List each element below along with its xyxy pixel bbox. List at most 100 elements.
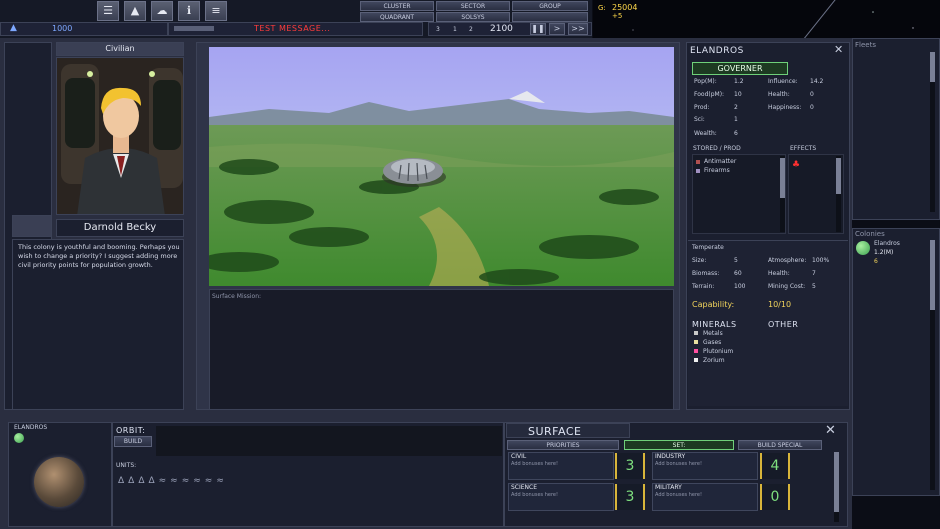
civil-priority-value[interactable]: 3 xyxy=(615,453,645,479)
mineral-gases: Gases xyxy=(703,339,722,346)
message-text[interactable]: TEST MESSAGE... xyxy=(254,24,330,33)
effects-scrollbar-thumb[interactable] xyxy=(836,158,841,194)
food-value: 10 xyxy=(734,91,742,98)
units-label: UNITS: xyxy=(116,462,137,469)
military-priority-value[interactable]: 0 xyxy=(760,484,790,510)
fleets-scrollbar[interactable] xyxy=(930,52,935,212)
size-value: 5 xyxy=(734,257,738,264)
surface-mission-panel xyxy=(209,289,674,410)
colonies-scrollbar[interactable] xyxy=(930,240,935,490)
biomass-label: Biomass: xyxy=(692,270,720,277)
list-icon[interactable]: ≡ xyxy=(205,1,227,21)
prod-label: Prod: xyxy=(694,104,710,111)
planet-close-icon[interactable]: ✕ xyxy=(834,43,843,56)
climate-label: Temperate xyxy=(692,244,724,251)
stored-item-firearms: Firearms xyxy=(704,167,730,174)
industry-priority-value[interactable]: 4 xyxy=(760,453,790,479)
tab-set[interactable]: SET: xyxy=(624,440,734,450)
stored-scrollbar[interactable] xyxy=(780,156,785,232)
leader-name-left-tab xyxy=(12,215,52,237)
colony-count: 6 xyxy=(874,258,878,265)
civil-hint: Add bonuses here! xyxy=(511,461,558,467)
fleets-header: Fleets xyxy=(855,41,876,49)
happiness-label: Happiness: xyxy=(768,104,802,111)
cloud-icon[interactable]: ☁ xyxy=(151,1,173,21)
tab-priorities[interactable]: PRIORITIES xyxy=(507,440,619,450)
surface-scrollbar[interactable] xyxy=(834,452,839,522)
mining-cost-value: 5 xyxy=(812,283,816,290)
fast-forward-button[interactable]: >> xyxy=(568,23,588,35)
star-field xyxy=(632,0,914,38)
capability-value: 10/10 xyxy=(768,300,792,309)
unit-icons[interactable]: ᐃᐃᐃᐃ≈≈≈≈≈≈ xyxy=(118,476,228,486)
effects-scrollbar[interactable] xyxy=(836,156,841,232)
colony-name[interactable]: Elandros xyxy=(874,240,900,247)
planet-name: ELANDROS xyxy=(690,46,744,56)
speed-value-3: 2 xyxy=(469,26,473,33)
pause-button[interactable]: ❚❚ xyxy=(530,23,546,35)
size-label: Size: xyxy=(692,257,707,264)
leader-advice-text: This colony is youthful and booming. Per… xyxy=(18,243,180,269)
leader-role: Civilian xyxy=(105,44,135,53)
planet-globe[interactable] xyxy=(34,457,84,507)
build-button[interactable]: BUILD xyxy=(114,436,152,447)
sector-button[interactable]: SECTOR xyxy=(436,1,510,11)
effect-icon: ♣ xyxy=(792,160,801,170)
industry-label: INDUSTRY xyxy=(655,453,686,460)
ship-icon[interactable]: ▲ xyxy=(124,1,146,21)
surface-landscape xyxy=(209,47,674,286)
fleets-scrollbar-thumb[interactable] xyxy=(930,52,935,82)
surface-scrollbar-thumb[interactable] xyxy=(834,452,839,512)
terrain-value: 100 xyxy=(734,283,746,290)
colonies-scrollbar-thumb[interactable] xyxy=(930,240,935,310)
science-label: SCIENCE xyxy=(511,484,538,491)
credits-value: 25004 xyxy=(612,3,638,12)
sci-label: Sci: xyxy=(694,116,705,123)
science-hint: Add bonuses here! xyxy=(511,492,558,498)
gases-icon xyxy=(694,340,698,344)
bottom-planet-name: ELANDROS xyxy=(14,424,48,431)
game-date: 2100 xyxy=(490,24,513,34)
small-colony-icon xyxy=(14,433,24,443)
mineral-metals: Metals xyxy=(703,330,723,337)
tab-build-special[interactable]: BUILD SPECIAL xyxy=(738,440,822,450)
military-label: MILITARY xyxy=(655,484,682,491)
group-button[interactable]: GROUP xyxy=(512,1,588,11)
colony-planet-icon[interactable] xyxy=(856,241,870,255)
message-bar-tag xyxy=(174,26,214,31)
cluster-button[interactable]: CLUSTER xyxy=(360,1,434,11)
governor-button[interactable]: GOVERNER xyxy=(692,62,788,75)
surface-title: SURFACE xyxy=(528,425,582,438)
solsys-button[interactable]: SOLSYS xyxy=(436,12,510,22)
stored-item-antimatter: Antimatter xyxy=(704,158,737,165)
firearms-icon xyxy=(696,169,700,173)
play-button[interactable]: > xyxy=(549,23,565,35)
planet-surface-image xyxy=(209,47,674,286)
industry-hint: Add bonuses here! xyxy=(655,461,702,467)
quadrant-button[interactable]: QUADRANT xyxy=(360,12,434,22)
effects-header: EFFECTS xyxy=(790,145,817,152)
leader-portrait xyxy=(56,57,184,215)
mining-cost-label: Mining Cost: xyxy=(768,283,806,290)
food-label: Food(pM): xyxy=(694,91,725,98)
civil-label: CIVIL xyxy=(511,453,527,460)
minerals-header: MINERALS xyxy=(692,320,737,329)
wealth-value: 6 xyxy=(734,130,738,137)
civilian-portrait-image xyxy=(57,58,183,214)
stored-scrollbar-thumb[interactable] xyxy=(780,158,785,198)
stored-list-panel xyxy=(692,154,786,234)
wealth-label: Wealth: xyxy=(694,130,717,137)
surface-close-icon[interactable]: ✕ xyxy=(825,423,836,438)
science-priority-value[interactable]: 3 xyxy=(615,484,645,510)
capability-label: Capability: xyxy=(692,300,735,309)
zorium-icon xyxy=(694,358,698,362)
extra-button[interactable] xyxy=(512,12,588,22)
galaxy-minimap[interactable] xyxy=(593,0,940,38)
top-stat-value: 1000 xyxy=(52,24,73,33)
population-icon: ▲ xyxy=(10,23,17,33)
health-label: Health: xyxy=(768,91,790,98)
atmosphere-label: Atmosphere: xyxy=(768,257,807,264)
menu-icon[interactable]: ☰ xyxy=(97,1,119,21)
info-icon[interactable]: ℹ xyxy=(178,1,200,21)
stored-header: STORED / PROD xyxy=(693,145,741,152)
